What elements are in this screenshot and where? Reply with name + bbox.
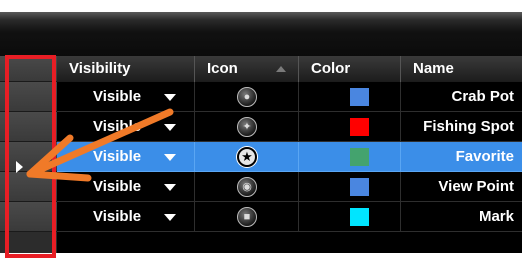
annotation-arrow-icon [26, 108, 174, 182]
